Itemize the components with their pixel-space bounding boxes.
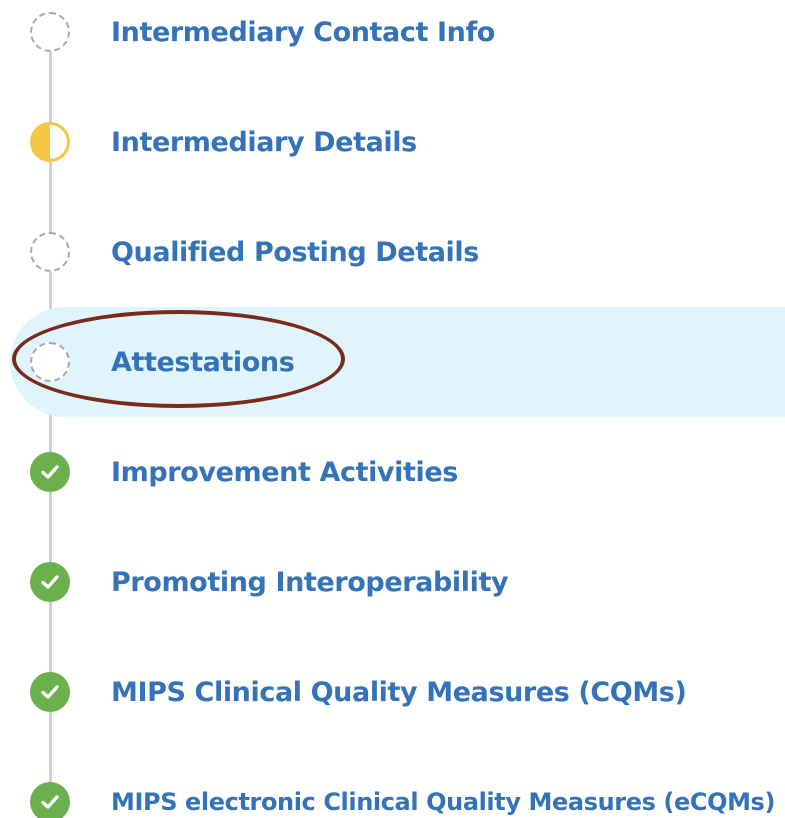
step-mips-cqms[interactable]: MIPS Clinical Quality Measures (CQMs) xyxy=(0,637,785,747)
step-qualified-posting-details[interactable]: Qualified Posting Details xyxy=(0,197,785,307)
step-promoting-interoperability[interactable]: Promoting Interoperability xyxy=(0,527,785,637)
check-circle-icon xyxy=(30,672,70,712)
step-mips-ecqms[interactable]: MIPS electronic Clinical Quality Measure… xyxy=(0,747,785,818)
step-attestations[interactable]: Attestations xyxy=(0,307,785,417)
check-circle-icon xyxy=(30,782,70,818)
step-intermediary-contact-info[interactable]: Intermediary Contact Info xyxy=(0,0,785,87)
check-circle-icon xyxy=(30,562,70,602)
step-label: Intermediary Details xyxy=(111,126,417,158)
dashed-circle-icon xyxy=(30,12,70,52)
step-label: MIPS electronic Clinical Quality Measure… xyxy=(111,788,776,816)
step-label: MIPS Clinical Quality Measures (CQMs) xyxy=(111,676,687,708)
step-label: Attestations xyxy=(111,346,295,378)
dashed-circle-icon xyxy=(30,342,70,382)
dashed-circle-icon xyxy=(30,232,70,272)
check-circle-icon xyxy=(30,452,70,492)
step-label: Qualified Posting Details xyxy=(111,236,479,268)
step-label: Promoting Interoperability xyxy=(111,566,509,598)
step-improvement-activities[interactable]: Improvement Activities xyxy=(0,417,785,527)
step-label: Intermediary Contact Info xyxy=(111,16,495,48)
half-filled-circle-icon xyxy=(30,122,70,162)
step-intermediary-details[interactable]: Intermediary Details xyxy=(0,87,785,197)
step-label: Improvement Activities xyxy=(111,456,458,488)
progress-stepper: Intermediary Contact Info Intermediary D… xyxy=(0,0,785,818)
